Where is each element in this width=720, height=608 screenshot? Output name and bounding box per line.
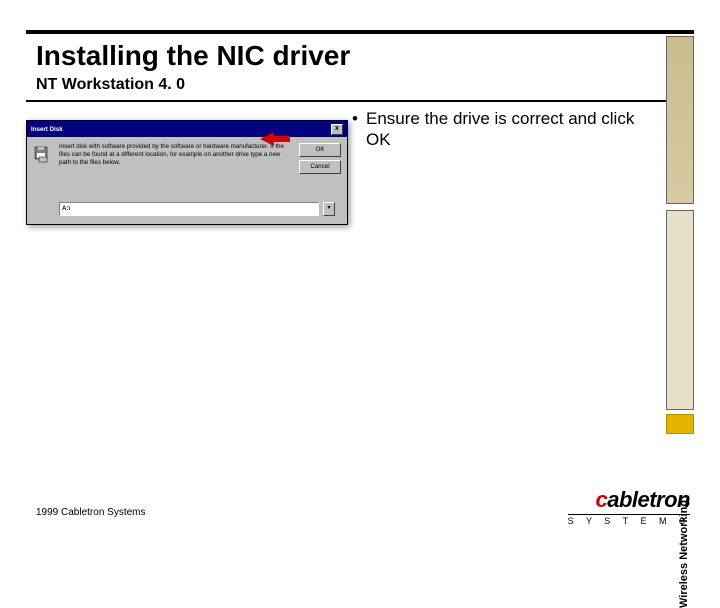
dialog-message: Insert disk with software provided by th…	[59, 143, 291, 166]
dialog-titlebar[interactable]: Insert Disk x	[27, 121, 347, 137]
subtitle-rule	[26, 100, 694, 102]
slide-title: Installing the NIC driver	[36, 40, 350, 72]
top-rule	[26, 30, 694, 34]
bullet-list: • Ensure the drive is correct and click …	[352, 108, 652, 151]
bullet-text: Ensure the drive is correct and click OK	[366, 108, 652, 151]
disk-icon	[33, 145, 51, 163]
bullet-dot: •	[352, 108, 366, 151]
sidebar-mid	[666, 210, 694, 410]
insert-disk-dialog: Insert Disk x Insert disk with software …	[26, 120, 348, 225]
sidebar-accent	[666, 414, 694, 434]
slide-subtitle: NT Workstation 4. 0	[36, 76, 185, 94]
path-input[interactable]: A:\	[59, 202, 319, 216]
close-icon[interactable]: x	[331, 124, 343, 135]
chevron-down-icon[interactable]: ▾	[323, 202, 335, 216]
footer-text: 1999 Cabletron Systems	[36, 507, 146, 518]
sidebar-top	[666, 36, 694, 204]
ok-button[interactable]: OK	[299, 143, 341, 157]
dialog-title: Insert Disk	[31, 126, 63, 133]
cabletron-logo: cabletron S Y S T E M S	[568, 487, 690, 526]
cancel-button[interactable]: Cancel	[299, 160, 341, 174]
